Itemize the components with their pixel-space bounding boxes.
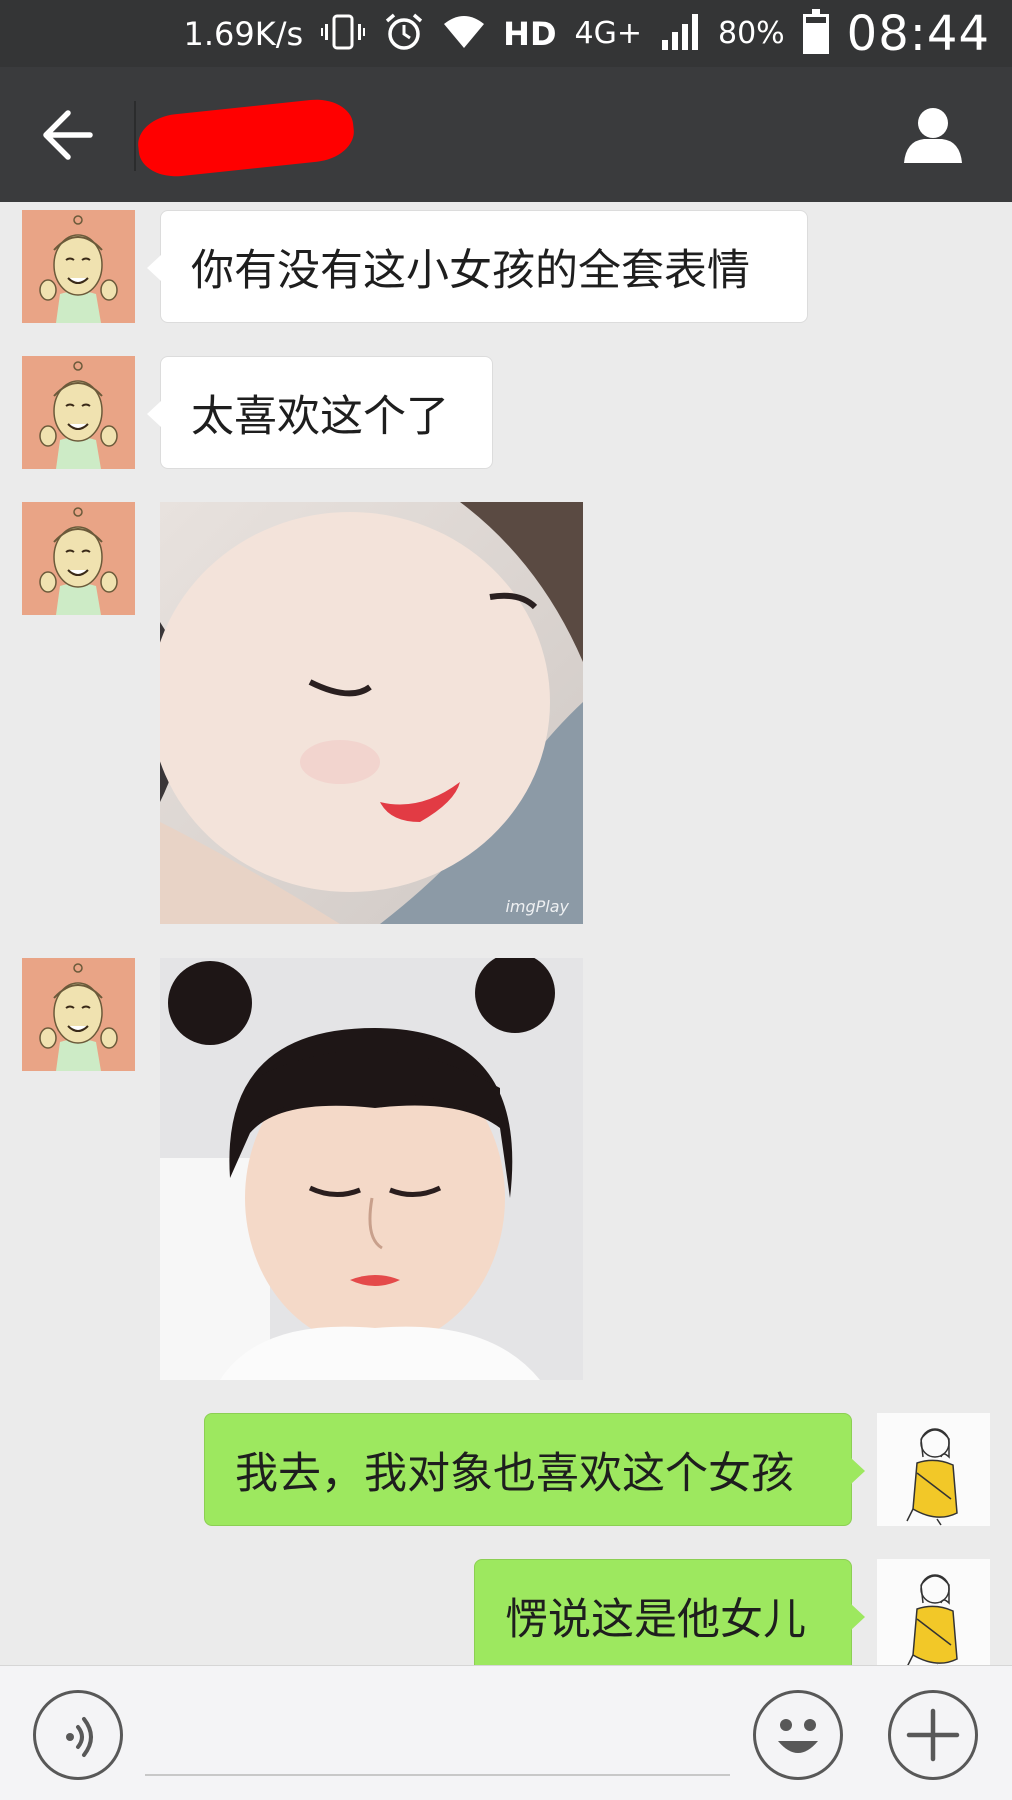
battery-percent: 80% bbox=[717, 16, 785, 51]
sticker-image-smiling-girl[interactable]: imgPlay bbox=[160, 502, 583, 924]
voice-button[interactable] bbox=[33, 1690, 123, 1780]
network-speed: 1.69K/s bbox=[183, 14, 304, 53]
message-bubble-outgoing[interactable]: 愣说这是他女儿 bbox=[474, 1559, 865, 1665]
wifi-icon bbox=[443, 14, 485, 54]
contact-avatar[interactable] bbox=[22, 210, 135, 323]
person-icon bbox=[904, 108, 962, 163]
contact-avatar[interactable] bbox=[22, 356, 135, 469]
back-button[interactable] bbox=[38, 107, 98, 163]
battery-icon bbox=[802, 8, 829, 54]
more-button[interactable] bbox=[888, 1690, 978, 1780]
message-list[interactable]: 你有没有这小女孩的全套表情 太喜欢这个了 imgPlay 我去，我对象也喜欢这个… bbox=[0, 202, 1012, 1665]
contact-avatar[interactable] bbox=[22, 958, 135, 1071]
signal-icon bbox=[660, 12, 700, 56]
arrow-left-icon bbox=[43, 110, 93, 160]
vibrate-icon bbox=[321, 12, 366, 56]
message-bubble-incoming[interactable]: 你有没有这小女孩的全套表情 bbox=[147, 210, 808, 323]
redaction-mark bbox=[135, 95, 357, 181]
plus-icon bbox=[906, 1708, 960, 1762]
chat-header bbox=[0, 67, 1012, 202]
status-bar: 1.69K/s HD 4G+ 80% 08:44 bbox=[0, 0, 1012, 67]
header-divider bbox=[134, 101, 136, 171]
clock: 08:44 bbox=[846, 5, 990, 62]
network-type: 4G+ bbox=[574, 16, 642, 51]
sticker-image-girl-buns[interactable] bbox=[160, 958, 583, 1380]
message-text: 愣说这是他女儿 bbox=[505, 1594, 806, 1645]
message-text: 你有没有这小女孩的全套表情 bbox=[191, 245, 750, 296]
voice-icon bbox=[66, 1717, 93, 1757]
contact-avatar[interactable] bbox=[22, 502, 135, 615]
alarm-icon bbox=[383, 11, 425, 57]
profile-button[interactable] bbox=[902, 103, 964, 165]
message-input[interactable] bbox=[145, 1706, 730, 1776]
emoji-button[interactable] bbox=[753, 1690, 843, 1780]
message-bubble-incoming[interactable]: 太喜欢这个了 bbox=[147, 356, 493, 469]
message-text: 我去，我对象也喜欢这个女孩 bbox=[235, 1448, 794, 1499]
input-bar bbox=[0, 1665, 1012, 1800]
hd-indicator: HD bbox=[503, 14, 557, 53]
message-text: 太喜欢这个了 bbox=[191, 391, 449, 442]
my-avatar[interactable] bbox=[877, 1559, 990, 1665]
emoji-icon bbox=[778, 1719, 818, 1753]
my-avatar[interactable] bbox=[877, 1413, 990, 1526]
message-bubble-outgoing[interactable]: 我去，我对象也喜欢这个女孩 bbox=[204, 1413, 865, 1526]
image-watermark: imgPlay bbox=[505, 897, 569, 916]
